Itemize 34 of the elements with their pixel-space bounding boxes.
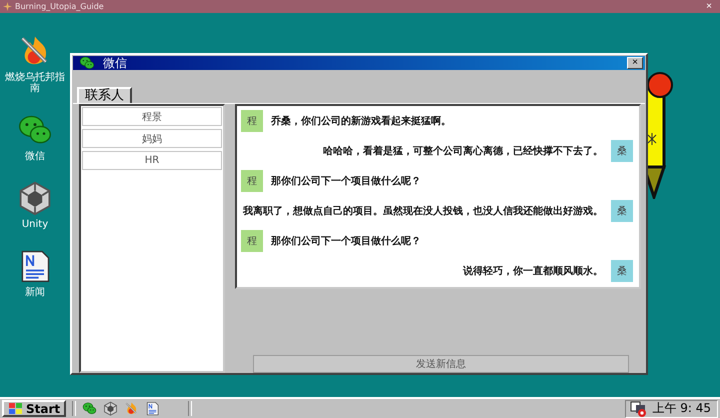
chat-bubbles-icon	[79, 55, 95, 71]
clock: 上午 9: 45	[652, 400, 711, 417]
cube-icon	[17, 180, 53, 216]
chat-bubbles-icon	[82, 401, 98, 416]
close-button[interactable]: ×	[627, 57, 643, 69]
desktop-icon-label[interactable]: Unity	[22, 219, 48, 230]
message-text: 那你们公司下一个项目做什么呢？	[271, 174, 421, 188]
contact-item[interactable]: 妈妈	[82, 129, 222, 148]
avatar: 桑	[611, 140, 633, 162]
app-logo-icon	[3, 2, 12, 11]
message-text: 哈哈哈，看着是猛，可整个公司离心离德，已经快撑不下去了。	[323, 144, 603, 158]
avatar: 桑	[611, 260, 633, 282]
start-button[interactable]: Start	[2, 400, 66, 417]
cube-icon	[103, 401, 118, 416]
message-text: 说得轻巧，你一直都顺风顺水。	[463, 264, 603, 278]
contact-item[interactable]: 程景	[82, 107, 222, 126]
send-message-button[interactable]: 发送新信息	[253, 355, 629, 373]
avatar: 程	[241, 110, 263, 132]
avatar: 桑	[611, 200, 633, 222]
avatar: 程	[241, 170, 263, 192]
message-text: 乔桑，你们公司的新游戏看起来挺猛啊。	[271, 114, 451, 128]
windows-flag-icon	[8, 402, 24, 415]
app-title: Burning_Utopia_Guide	[15, 2, 105, 11]
message-text: 那你们公司下一个项目做什么呢？	[271, 234, 421, 248]
contact-item[interactable]: HR	[82, 151, 222, 170]
message-text: 我离职了，想做点自己的项目。虽然现在没人投钱，也没人信我还能做出好游戏。	[243, 204, 603, 218]
close-button[interactable]: ×	[698, 0, 720, 12]
desktop-icon-label[interactable]: 燃烧乌托邦指南	[4, 72, 66, 94]
contacts-tab[interactable]: 联系人	[77, 87, 132, 103]
flaming-sword-icon	[124, 401, 140, 416]
desktop-icon-label[interactable]: 微信	[25, 151, 45, 162]
avatar: 程	[241, 230, 263, 252]
desktop-icon-label[interactable]: 新闻	[25, 287, 45, 298]
window-title: 微信	[103, 54, 128, 72]
